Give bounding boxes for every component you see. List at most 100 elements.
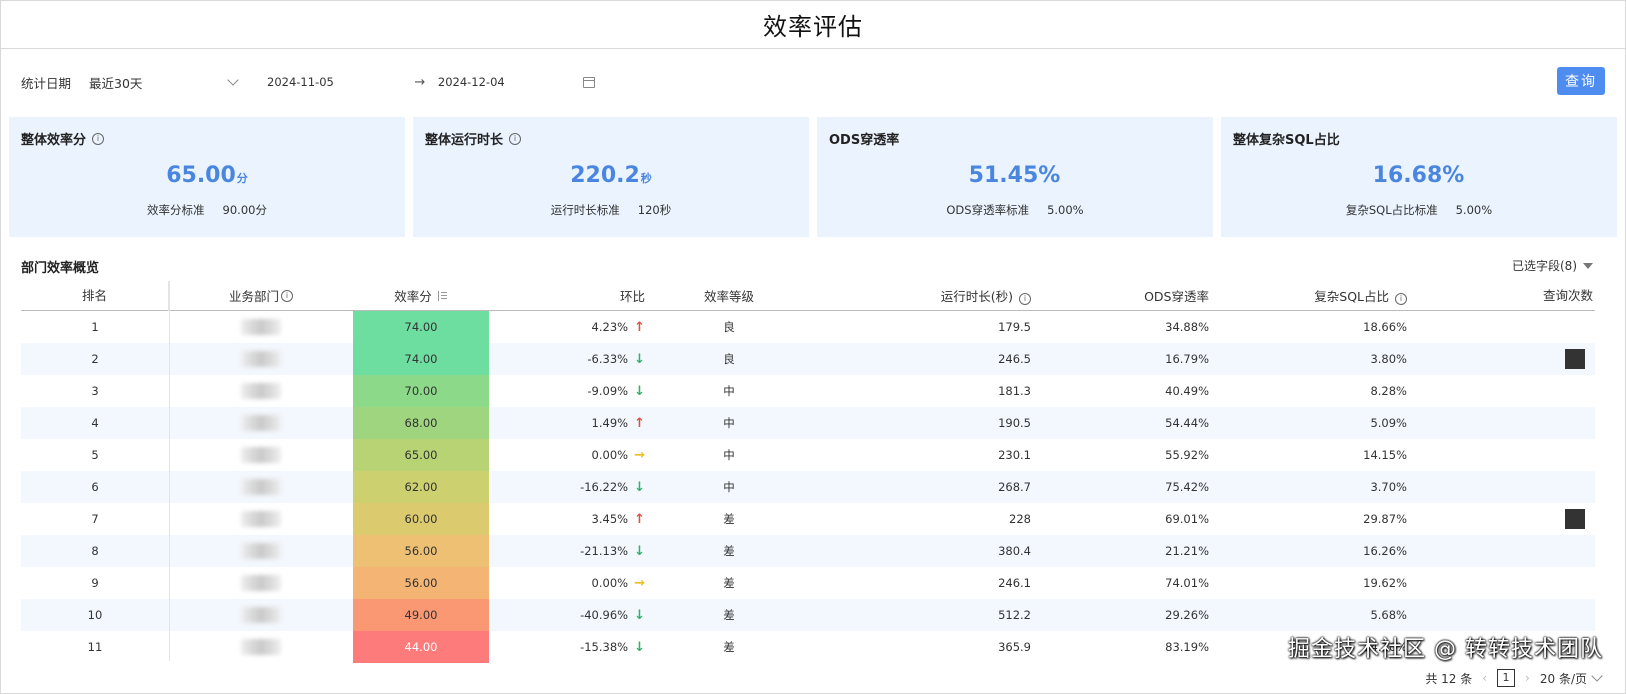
cell-rank: 9	[91, 576, 99, 590]
cell-score: 68.00	[353, 407, 489, 439]
cell-sql: 5.68%	[1370, 608, 1407, 622]
cell-change: -40.96% ↓	[489, 608, 649, 623]
query-button[interactable]: 查询	[1557, 67, 1605, 95]
cell-dept	[169, 407, 353, 439]
range-arrow-icon: →	[414, 74, 426, 90]
arrow-right-icon: →	[634, 575, 645, 591]
cell-queries	[1411, 503, 1595, 535]
cell-level: 中	[723, 480, 735, 494]
chevron-down-icon	[227, 74, 239, 86]
change-value: -15.38%	[580, 640, 629, 654]
kpi-title-text: 整体复杂SQL占比	[1233, 133, 1340, 148]
info-icon[interactable]: i	[1019, 293, 1031, 305]
kpi-card: 整体效率分 i 65.00分 效率分标准 90.00分	[9, 117, 405, 237]
cell-ods: 29.26%	[1165, 608, 1209, 622]
table-row[interactable]: 9 56.00 0.00% → 差 246.1 74.01% 19.62%	[21, 567, 1595, 599]
info-icon[interactable]: i	[281, 289, 293, 302]
col-sql-label: 复杂SQL占比	[1314, 289, 1390, 304]
kpi-standard-label: ODS穿透率标准	[946, 203, 1030, 217]
cell-ods: 21.21%	[1165, 544, 1209, 558]
cell-ods: 34.88%	[1165, 320, 1209, 334]
range-preset-select[interactable]: 最近30天	[85, 68, 248, 96]
cell-dept	[169, 631, 353, 663]
table-row[interactable]: 4 68.00 1.49% ↑ 中 190.5 54.44% 5.09%	[21, 407, 1595, 439]
cell-queries	[1411, 311, 1595, 343]
table-row[interactable]: 2 74.00 -6.33% ↓ 良 246.5 16.79% 3.80%	[21, 343, 1595, 375]
cell-score: 60.00	[353, 503, 489, 535]
cell-runtime: 181.3	[998, 384, 1031, 398]
date-range-picker[interactable]: 2024-11-05 → 2024-12-04	[255, 68, 608, 96]
arrow-right-icon: →	[634, 447, 645, 463]
sort-icon[interactable]	[437, 290, 448, 301]
redacted-dept-name	[241, 415, 281, 431]
col-ods: ODS穿透率	[1144, 289, 1209, 304]
cell-change: 4.23% ↑	[489, 320, 649, 335]
selected-fields-dropdown[interactable]: 已选字段(8)	[1512, 257, 1593, 274]
redacted-dept-name	[241, 479, 281, 495]
cell-ods: 40.49%	[1165, 384, 1209, 398]
cell-queries	[1411, 343, 1595, 375]
kpi-value-wrap: 16.68%	[1221, 163, 1617, 188]
cell-queries	[1411, 535, 1595, 567]
table-row[interactable]: 10 49.00 -40.96% ↓ 差 512.2 29.26% 5.68%	[21, 599, 1595, 631]
cell-ods: 55.92%	[1165, 448, 1209, 462]
arrow-down-icon: ↓	[634, 607, 645, 623]
kpi-standard-value: 90.00分	[222, 203, 267, 217]
col-score[interactable]: 效率分	[353, 281, 489, 310]
info-icon[interactable]: i	[92, 132, 105, 145]
page-title: 效率评估	[763, 13, 863, 41]
table-row[interactable]: 1 74.00 4.23% ↑ 良 179.5 34.88% 18.66%	[21, 311, 1595, 343]
prev-page-icon[interactable]: ‹	[1482, 671, 1487, 685]
redacted-dept-name	[241, 575, 281, 591]
info-icon[interactable]: i	[1395, 293, 1407, 305]
arrow-down-icon: ↓	[634, 383, 645, 399]
cell-level: 差	[723, 512, 735, 526]
cell-ods: 74.01%	[1165, 576, 1209, 590]
kpi-standard: ODS穿透率标准 5.00%	[817, 202, 1213, 218]
cell-score: 49.00	[353, 599, 489, 631]
table-row[interactable]: 5 65.00 0.00% → 中 230.1 55.92% 14.15%	[21, 439, 1595, 471]
arrow-up-icon: ↑	[634, 511, 645, 527]
calendar-icon[interactable]	[583, 76, 596, 88]
page-size-select[interactable]: 20 条/页	[1540, 670, 1603, 687]
cell-level: 差	[723, 576, 735, 590]
table-header: 排名 业务部门 i 效率分 环比 效率等级 运行时长(秒) i ODS穿透率 复…	[21, 280, 1595, 311]
arrow-up-icon: ↑	[634, 319, 645, 335]
table-row[interactable]: 8 56.00 -21.13% ↓ 差 380.4 21.21% 16.26%	[21, 535, 1595, 567]
table-row[interactable]: 7 60.00 3.45% ↑ 差 228 69.01% 29.87%	[21, 503, 1595, 535]
arrow-up-icon: ↑	[634, 415, 645, 431]
cell-queries	[1411, 375, 1595, 407]
arrow-down-icon: ↓	[634, 543, 645, 559]
date-filter-label: 统计日期	[21, 75, 72, 91]
col-score-label: 效率分	[394, 289, 432, 304]
redacted-dept-name	[241, 383, 281, 399]
kpi-card-title: 整体复杂SQL占比	[1233, 129, 1340, 148]
cell-change: -9.09% ↓	[489, 384, 649, 399]
cell-level: 良	[723, 352, 735, 366]
cell-level: 差	[723, 608, 735, 622]
table-row[interactable]: 3 70.00 -9.09% ↓ 中 181.3 40.49% 8.28%	[21, 375, 1595, 407]
cell-sql: 5.09%	[1370, 416, 1407, 430]
cell-rank: 7	[91, 512, 99, 526]
change-value: -16.22%	[580, 480, 629, 494]
page-number-button[interactable]: 1	[1497, 669, 1516, 687]
cell-sql: 16.26%	[1363, 544, 1407, 558]
kpi-standard-value: 5.00%	[1047, 203, 1084, 217]
next-page-icon[interactable]: ›	[1525, 671, 1530, 685]
kpi-standard-label: 运行时长标准	[550, 203, 620, 217]
cell-score: 56.00	[353, 535, 489, 567]
cell-sql: 29.87%	[1363, 512, 1407, 526]
cell-ods: 75.42%	[1165, 480, 1209, 494]
change-value: -9.09%	[587, 384, 629, 398]
cell-dept	[169, 503, 353, 535]
end-date-input[interactable]: 2024-12-04	[438, 75, 583, 89]
table-row[interactable]: 6 62.00 -16.22% ↓ 中 268.7 75.42% 3.70%	[21, 471, 1595, 503]
info-icon[interactable]: i	[509, 132, 522, 145]
kpi-standard-label: 复杂SQL占比标准	[1345, 203, 1438, 217]
start-date-input[interactable]: 2024-11-05	[267, 75, 414, 89]
cell-score: 62.00	[353, 471, 489, 503]
redacted-dept-name	[241, 351, 281, 367]
cell-runtime: 179.5	[998, 320, 1031, 334]
cell-rank: 3	[91, 384, 99, 398]
col-level: 效率等级	[703, 289, 754, 304]
